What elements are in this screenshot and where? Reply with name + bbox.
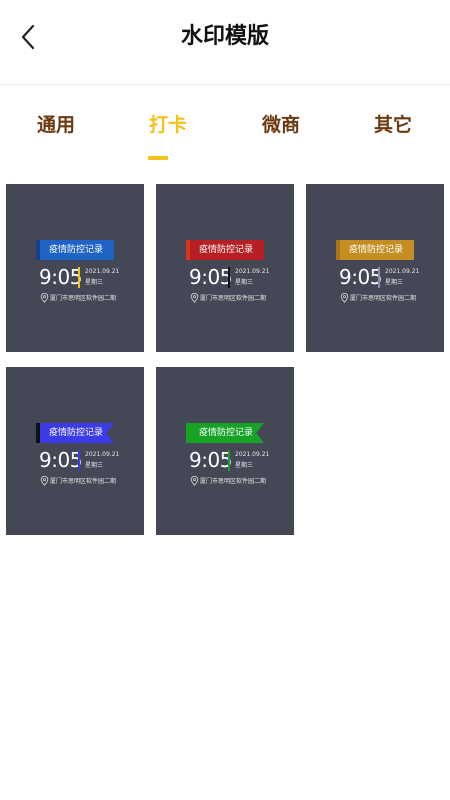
watermark-weekday: 星期三 bbox=[235, 462, 254, 469]
flag-strip bbox=[186, 240, 190, 260]
watermark-divider bbox=[78, 267, 80, 288]
location-pin-icon bbox=[190, 476, 199, 486]
watermark-divider bbox=[228, 267, 230, 288]
watermark-weekday: 星期三 bbox=[235, 279, 254, 286]
watermark-title-flag: 疫情防控记录 bbox=[336, 240, 414, 260]
active-tab-indicator bbox=[148, 156, 168, 160]
template-card[interactable]: 疫情防控记录 9:05 2021.09.21 星期三 厦门市思明区软件园二期 bbox=[156, 367, 294, 535]
location-pin-icon bbox=[190, 293, 199, 303]
watermark-time: 9:05 bbox=[189, 448, 232, 472]
template-card[interactable]: 疫情防控记录 9:05 2021.09.21 星期三 厦门市思明区软件园二期 bbox=[156, 184, 294, 352]
watermark-date: 2021.09.21 bbox=[235, 268, 270, 275]
watermark-preview: 疫情防控记录 9:05 2021.09.21 星期三 厦门市思明区软件园二期 bbox=[186, 423, 286, 493]
watermark-divider bbox=[78, 450, 80, 471]
watermark-time: 9:05 bbox=[39, 265, 82, 289]
chevron-left-icon bbox=[21, 24, 35, 50]
app-header: 水印模版 bbox=[0, 0, 450, 85]
watermark-weekday: 星期三 bbox=[85, 279, 104, 286]
template-card[interactable]: 疫情防控记录 9:05 2021.09.21 星期三 厦门市思明区软件园二期 bbox=[6, 184, 144, 352]
category-tabs: 通用 打卡 微商 其它 bbox=[0, 108, 450, 168]
watermark-time: 9:05 bbox=[39, 448, 82, 472]
watermark-preview: 疫情防控记录 9:05 2021.09.21 星期三 厦门市思明区软件园二期 bbox=[36, 423, 136, 493]
watermark-title-flag: 疫情防控记录 bbox=[186, 423, 264, 443]
tab-label: 打卡 bbox=[148, 114, 187, 136]
flag-strip bbox=[36, 240, 40, 260]
watermark-title: 疫情防控记录 bbox=[48, 428, 103, 438]
watermark-title-flag: 疫情防控记录 bbox=[186, 240, 264, 260]
tab-wechat-business[interactable]: 微商 bbox=[241, 108, 321, 142]
watermark-title: 疫情防控记录 bbox=[348, 245, 403, 255]
watermark-location: 厦门市思明区软件园二期 bbox=[50, 295, 117, 302]
flag-strip bbox=[36, 423, 40, 443]
location-pin-icon bbox=[340, 293, 349, 303]
watermark-location: 厦门市思明区软件园二期 bbox=[200, 478, 267, 485]
tab-label: 通用 bbox=[36, 114, 75, 136]
watermark-time: 9:05 bbox=[189, 265, 232, 289]
watermark-date: 2021.09.21 bbox=[85, 268, 120, 275]
tab-checkin[interactable]: 打卡 bbox=[128, 108, 208, 160]
tab-general[interactable]: 通用 bbox=[16, 108, 96, 142]
watermark-preview: 疫情防控记录 9:05 2021.09.21 星期三 厦门市思明区软件园二期 bbox=[36, 240, 136, 310]
location-pin-icon bbox=[40, 476, 49, 486]
watermark-preview: 疫情防控记录 9:05 2021.09.21 星期三 厦门市思明区软件园二期 bbox=[186, 240, 286, 310]
template-card[interactable]: 疫情防控记录 9:05 2021.09.21 星期三 厦门市思明区软件园二期 bbox=[6, 367, 144, 535]
watermark-time: 9:05 bbox=[339, 265, 382, 289]
watermark-preview: 疫情防控记录 9:05 2021.09.21 星期三 厦门市思明区软件园二期 bbox=[336, 240, 436, 310]
watermark-date: 2021.09.21 bbox=[385, 268, 420, 275]
page-title: 水印模版 bbox=[180, 24, 269, 49]
tab-label: 其它 bbox=[373, 114, 412, 136]
tab-label: 微商 bbox=[261, 114, 300, 136]
flag-strip bbox=[186, 423, 190, 443]
watermark-title: 疫情防控记录 bbox=[198, 245, 253, 255]
watermark-title: 疫情防控记录 bbox=[48, 245, 103, 255]
location-pin-icon bbox=[40, 293, 49, 303]
watermark-location: 厦门市思明区软件园二期 bbox=[350, 295, 417, 302]
watermark-location: 厦门市思明区软件园二期 bbox=[50, 478, 117, 485]
watermark-date: 2021.09.21 bbox=[235, 451, 270, 458]
watermark-weekday: 星期三 bbox=[385, 279, 404, 286]
watermark-divider bbox=[228, 450, 230, 471]
watermark-title-flag: 疫情防控记录 bbox=[36, 240, 114, 260]
watermark-date: 2021.09.21 bbox=[85, 451, 120, 458]
back-button[interactable] bbox=[14, 22, 44, 52]
watermark-location: 厦门市思明区软件园二期 bbox=[200, 295, 267, 302]
watermark-divider bbox=[378, 267, 380, 288]
flag-strip bbox=[336, 240, 340, 260]
watermark-title-flag: 疫情防控记录 bbox=[36, 423, 114, 443]
watermark-weekday: 星期三 bbox=[85, 462, 104, 469]
tab-other[interactable]: 其它 bbox=[353, 108, 433, 142]
template-card[interactable]: 疫情防控记录 9:05 2021.09.21 星期三 厦门市思明区软件园二期 bbox=[306, 184, 444, 352]
watermark-title: 疫情防控记录 bbox=[198, 428, 253, 438]
